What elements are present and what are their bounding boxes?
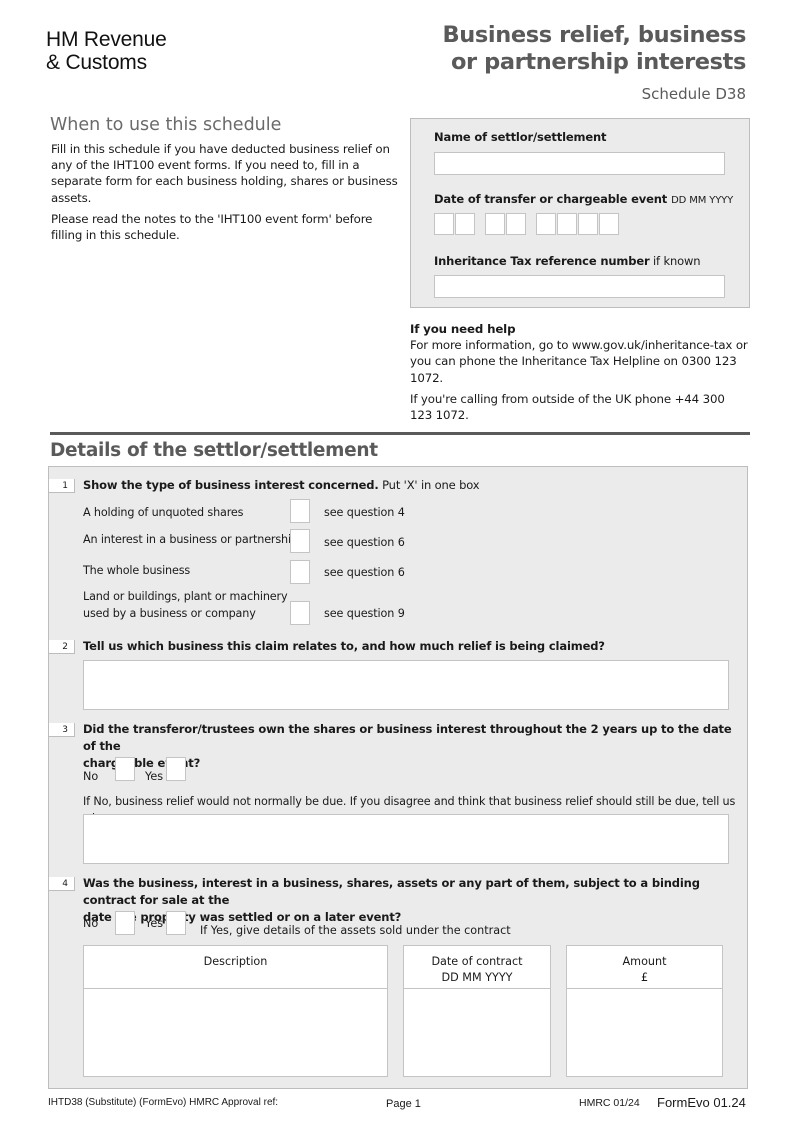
q3-no-label: No — [83, 770, 99, 783]
date-day-digit-2[interactable] — [455, 213, 475, 235]
date-year-digit-3[interactable] — [578, 213, 598, 235]
q3-yes-label: Yes — [145, 770, 164, 783]
option-land-buildings-note: see question 9 — [324, 607, 405, 620]
date-label: Date of transfer or chargeable event DD M… — [434, 192, 734, 206]
contract-date-column: Date of contract DD MM YYYY — [403, 945, 551, 1077]
question-number-4: 4 — [49, 877, 75, 891]
iht-reference-input[interactable] — [434, 275, 725, 298]
help-heading: If you need help — [410, 322, 516, 336]
q4-no-checkbox[interactable] — [115, 911, 135, 935]
contract-amount-column: Amount £ — [566, 945, 723, 1077]
amount-input[interactable] — [567, 989, 722, 1077]
footer-hmrc-date: HMRC 01/24 — [579, 1097, 640, 1109]
details-heading: Details of the settlor/settlement — [50, 440, 378, 461]
question-number-1: 1 — [49, 479, 75, 493]
question-1-text: Show the type of business interest conce… — [83, 478, 480, 492]
q3-no-checkbox[interactable] — [115, 757, 135, 781]
date-of-contract-input[interactable] — [404, 989, 550, 1077]
option-unquoted-shares-checkbox[interactable] — [290, 499, 310, 523]
question-number-2: 2 — [49, 640, 75, 654]
option-whole-business-note: see question 6 — [324, 566, 405, 579]
logo-line-2: & Customs — [46, 51, 147, 74]
business-claim-input[interactable] — [83, 660, 729, 710]
q4-no-label: No — [83, 917, 99, 930]
hmrc-logo: HM Revenue & Customs — [46, 28, 167, 74]
footer-page-number: Page 1 — [386, 1098, 421, 1110]
date-format-hint: DD MM YYYY — [671, 195, 734, 206]
date-of-contract-header: Date of contract DD MM YYYY — [404, 946, 550, 989]
date-month-digit-1[interactable] — [485, 213, 505, 235]
details-form: 1 Show the type of business interest con… — [48, 466, 748, 1089]
date-year-digit-1[interactable] — [536, 213, 556, 235]
date-of-transfer-input — [434, 213, 634, 237]
option-business-interest-checkbox[interactable] — [290, 529, 310, 553]
ref-label: Inheritance Tax reference number if know… — [434, 254, 701, 268]
when-to-use-para-1: Fill in this schedule if you have deduct… — [51, 142, 398, 205]
help-para-1: For more information, go to www.gov.uk/i… — [410, 338, 748, 385]
description-input[interactable] — [84, 989, 387, 1077]
settlor-panel: Name of settlor/settlement Date of trans… — [410, 118, 750, 308]
section-divider — [50, 432, 750, 435]
date-month-digit-2[interactable] — [506, 213, 526, 235]
footer-formevo-version: FormEvo 01.24 — [657, 1095, 746, 1110]
help-section: If you need help For more information, g… — [410, 321, 750, 423]
help-para-2: If you're calling from outside of the UK… — [410, 391, 725, 423]
when-to-use-text: Fill in this schedule if you have deduct… — [51, 141, 406, 243]
description-header: Description — [84, 946, 387, 989]
option-unquoted-shares-label: A holding of unquoted shares — [83, 506, 244, 519]
option-business-interest-label: An interest in a business or partnership — [83, 533, 298, 546]
contract-description-column: Description — [83, 945, 388, 1077]
q3-yes-checkbox[interactable] — [166, 757, 186, 781]
footer-form-ref: IHTD38 (Substitute) (FormEvo) HMRC Appro… — [48, 1097, 279, 1108]
logo-line-1: HM Revenue — [46, 28, 167, 51]
name-label: Name of settlor/settlement — [434, 130, 607, 144]
when-to-use-para-2: Please read the notes to the 'IHT100 eve… — [51, 211, 373, 243]
form-title-line-2: or partnership interests — [450, 49, 746, 75]
question-2-text: Tell us which business this claim relate… — [83, 639, 605, 653]
q4-yes-label: Yes — [145, 917, 164, 930]
option-land-buildings-label: Land or buildings, plant or machinery us… — [83, 590, 288, 620]
settlor-name-input[interactable] — [434, 152, 725, 175]
option-business-interest-note: see question 6 — [324, 536, 405, 549]
q4-note: If Yes, give details of the assets sold … — [200, 924, 511, 937]
option-unquoted-shares-note: see question 4 — [324, 506, 405, 519]
option-whole-business-checkbox[interactable] — [290, 560, 310, 584]
schedule-label: Schedule D38 — [641, 85, 746, 103]
amount-header: Amount £ — [567, 946, 722, 989]
form-title-line-1: Business relief, business — [442, 22, 747, 48]
q3-reason-input[interactable] — [83, 814, 729, 864]
q4-yes-checkbox[interactable] — [166, 911, 186, 935]
question-number-3: 3 — [49, 723, 75, 737]
when-to-use-heading: When to use this schedule — [50, 115, 282, 135]
date-day-digit-1[interactable] — [434, 213, 454, 235]
form-title: Business relief, business or partnership… — [442, 22, 747, 76]
date-year-digit-2[interactable] — [557, 213, 577, 235]
option-whole-business-label: The whole business — [83, 564, 191, 577]
date-year-digit-4[interactable] — [599, 213, 619, 235]
option-land-buildings-checkbox[interactable] — [290, 601, 310, 625]
